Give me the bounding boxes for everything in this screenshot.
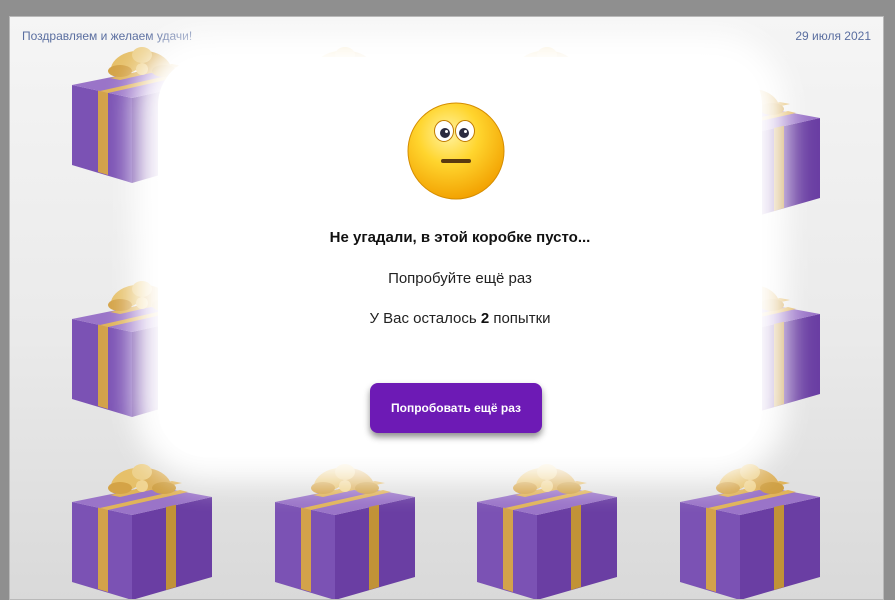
greeting-text: Поздравляем и желаем удачи! <box>22 29 193 43</box>
date-text: 29 июля 2021 <box>795 29 871 43</box>
gift-box[interactable] <box>680 462 820 600</box>
page: Поздравляем и желаем удачи! 29 июля 2021 <box>9 16 884 600</box>
tries-suffix: попытки <box>493 310 551 327</box>
result-modal: Не угадали, в этой коробке пусто... Попр… <box>158 57 762 457</box>
tries-remaining: У Вас осталось 2 попытки <box>158 310 762 327</box>
gift-box[interactable] <box>477 462 617 600</box>
neutral-face-icon <box>406 101 506 201</box>
gift-box[interactable] <box>275 462 415 600</box>
tries-prefix: У Вас осталось <box>369 310 477 327</box>
result-subtitle: Попробуйте ещё раз <box>388 270 532 287</box>
result-title: Не угадали, в этой коробке пусто... <box>329 229 591 246</box>
tries-count: 2 <box>480 310 490 327</box>
retry-button[interactable]: Попробовать ещё раз <box>370 383 542 433</box>
gift-box[interactable] <box>72 462 212 600</box>
